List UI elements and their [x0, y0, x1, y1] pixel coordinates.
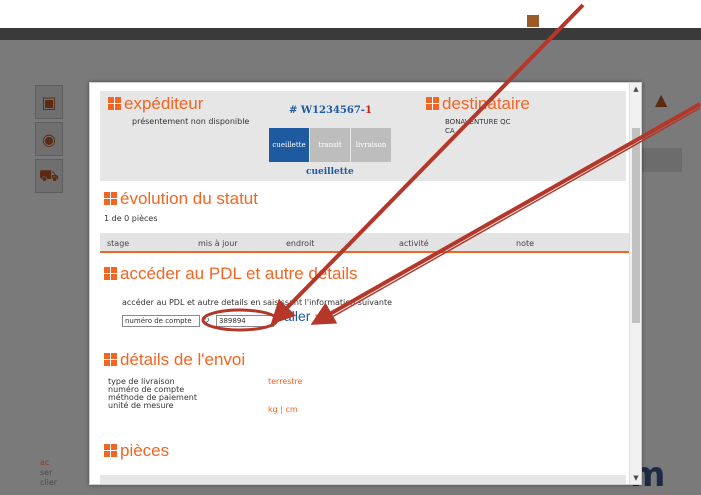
- column-updated[interactable]: mis à jour: [198, 239, 238, 248]
- pieces-table-header: [100, 475, 626, 484]
- column-location[interactable]: endroit: [286, 239, 314, 248]
- background-box-icon: ▣: [35, 85, 63, 119]
- orange-grid-icon: [104, 353, 117, 366]
- recipient-title: destinataire: [426, 94, 530, 114]
- status-button-delivery[interactable]: livraison: [351, 128, 391, 162]
- go-link-text[interactable]: aller: [284, 308, 310, 324]
- screenshot: ▣ ◉ ⛟ ▲ ac ser clier m expéditeur présen…: [0, 0, 701, 495]
- account-number-input[interactable]: 389894: [216, 315, 274, 327]
- recipient-title-text: destinataire: [442, 94, 530, 113]
- sender-title: expéditeur: [108, 94, 203, 114]
- tracking-modal: expéditeur présentement non disponible #…: [89, 82, 642, 485]
- background-side-bar: [640, 148, 682, 172]
- status-button-transit[interactable]: transit: [310, 128, 350, 162]
- recipient-line-1: BONAVENTURE QC: [445, 118, 511, 126]
- orange-grid-icon: [104, 444, 117, 457]
- background-graduation-icon: ▲: [655, 90, 668, 109]
- pieces-title-text: pièces: [120, 441, 170, 460]
- detail-label: unité de mesure: [108, 401, 174, 410]
- current-status-label: cueillette: [306, 167, 354, 177]
- modal-content: expéditeur présentement non disponible #…: [90, 83, 636, 484]
- orange-grid-icon: [104, 192, 117, 205]
- background-header-badge: [527, 15, 539, 27]
- go-link[interactable]: aller ›: [284, 308, 319, 324]
- waybill-suffix: 1: [364, 105, 372, 116]
- refresh-icon[interactable]: ↻: [200, 315, 212, 327]
- column-activity[interactable]: activité: [399, 239, 429, 248]
- shipment-details-title: détails de l'envoi: [104, 350, 245, 370]
- column-note[interactable]: note: [516, 239, 534, 248]
- waybill-prefix: # W1234567-: [289, 105, 365, 116]
- chevron-right-icon[interactable]: ›: [314, 308, 319, 324]
- status-button-pickup[interactable]: cueillette: [269, 128, 309, 162]
- orange-grid-icon: [426, 97, 439, 110]
- scroll-down-arrow-icon[interactable]: ▼: [630, 472, 641, 484]
- shipment-header-box: expéditeur présentement non disponible #…: [100, 91, 626, 181]
- scroll-up-arrow-icon[interactable]: ▲: [630, 83, 641, 95]
- detail-value[interactable]: kg | cm: [268, 405, 298, 414]
- pod-title: accéder au PDL et autre details: [104, 264, 358, 284]
- column-stage[interactable]: stage: [107, 239, 129, 248]
- background-header: [0, 0, 701, 28]
- background-footer-text: ac ser clier: [40, 458, 57, 488]
- pod-title-text: accéder au PDL et autre details: [120, 264, 358, 283]
- account-number-label: numéro de compte: [122, 315, 200, 327]
- sender-title-text: expéditeur: [124, 94, 204, 113]
- status-evolution-title-text: évolution du statut: [120, 189, 258, 208]
- status-table-header: stage mis à jour endroit activité note: [100, 233, 636, 253]
- recipient-line-2: CA: [445, 127, 455, 135]
- detail-value: terrestre: [268, 377, 303, 386]
- pieces-count: 1 de 0 pièces: [104, 214, 158, 223]
- footer-line: ac: [40, 458, 50, 467]
- pieces-title: pièces: [104, 441, 169, 461]
- waybill-number: # W1234567-1: [289, 105, 372, 116]
- shipment-details-title-text: détails de l'envoi: [120, 350, 246, 369]
- pod-instruction: accéder au PDL et autre details en saisi…: [122, 298, 393, 307]
- footer-line: ser: [40, 468, 53, 477]
- background-nav-strip: [0, 28, 701, 40]
- scrollbar-thumb[interactable]: [632, 128, 640, 323]
- background-palette-icon: ◉: [35, 122, 63, 156]
- footer-line: clier: [40, 478, 58, 487]
- modal-scrollbar[interactable]: ▲ ▼: [629, 83, 641, 484]
- orange-grid-icon: [108, 97, 121, 110]
- background-cart-icon: ⛟: [35, 159, 63, 193]
- orange-grid-icon: [104, 267, 117, 280]
- status-evolution-title: évolution du statut: [104, 189, 258, 209]
- sender-note: présentement non disponible: [132, 117, 250, 126]
